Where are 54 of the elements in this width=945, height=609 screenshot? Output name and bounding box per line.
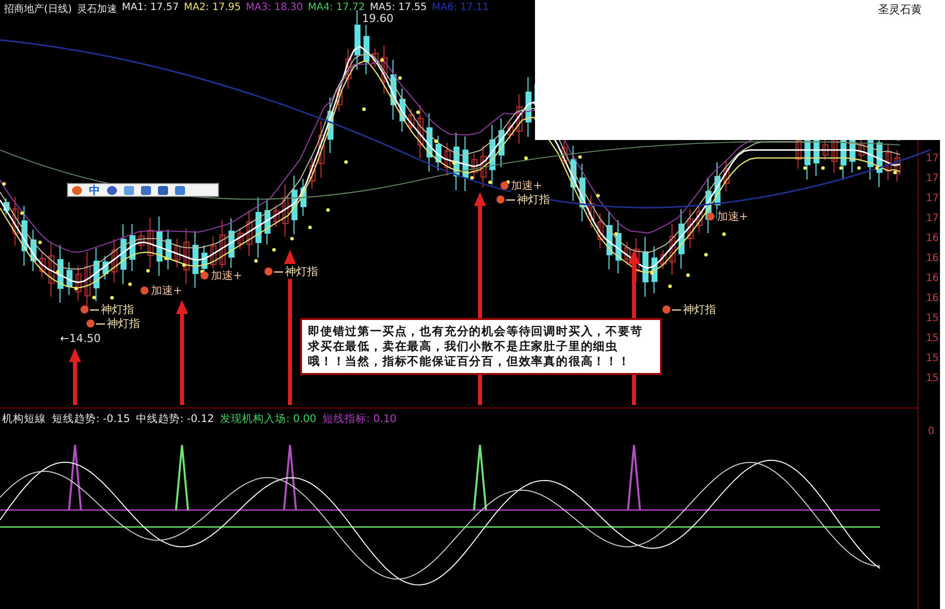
axis-label: 17 bbox=[926, 192, 939, 206]
marker-with-dash-icon bbox=[496, 195, 515, 204]
marker-with-dash-icon bbox=[264, 267, 283, 276]
axis-label: 15 bbox=[926, 352, 939, 366]
up-arrow-icon bbox=[284, 250, 296, 405]
marker-with-dash-icon bbox=[86, 319, 105, 328]
axis-label: 16 bbox=[926, 272, 939, 286]
signal-label: 神灯指 bbox=[683, 302, 716, 317]
signal-spike bbox=[283, 444, 297, 510]
indicator-name: 灵石加速 bbox=[76, 2, 117, 16]
price-label: 19.60 bbox=[362, 12, 394, 25]
stock-title: 招商地产(日线) bbox=[4, 2, 72, 16]
axis-label: 0 bbox=[928, 425, 934, 439]
signal-label: 加速+ bbox=[211, 268, 242, 283]
signal-label: 神灯指 bbox=[107, 316, 140, 331]
indicator-value: 短线指标: 0.10 bbox=[322, 412, 397, 426]
signal-spike bbox=[175, 444, 189, 510]
axis-label: 16 bbox=[926, 292, 939, 306]
moving-average-value: MA6: 17.11 bbox=[432, 2, 489, 15]
up-arrow-icon bbox=[69, 348, 81, 405]
signal-spike bbox=[68, 444, 82, 510]
signal-label: 加速+ bbox=[151, 283, 182, 298]
axis-label: 15 bbox=[926, 332, 939, 346]
axis-label: 16 bbox=[926, 252, 939, 266]
up-arrow-icon bbox=[176, 300, 188, 405]
signal-spike bbox=[473, 444, 487, 510]
axis-label: 15 bbox=[926, 312, 939, 326]
axis-label: 16 bbox=[926, 232, 939, 246]
moving-average-value: MA2: 17.95 bbox=[184, 2, 241, 15]
marker-with-dash-icon bbox=[662, 305, 681, 314]
moving-average-value: MA5: 17.55 bbox=[370, 2, 427, 14]
moving-average-value: MA3: 18.30 bbox=[246, 2, 303, 15]
axis-label: 17 bbox=[926, 212, 939, 226]
price-label: ←14.50 bbox=[60, 332, 101, 345]
indicator-name: 圣灵石黄 bbox=[878, 2, 922, 17]
axis-label: 17 bbox=[926, 152, 939, 166]
signal-label: 加速+ bbox=[717, 209, 748, 224]
annotation-text: 即使错过第一买点，也有充分的机会等待回调时买入，不要苛求买在最低，卖在最高，我们小散不是庄家肚子里的细虫哦！！当然，指标不能保证百分百，但效率真的很高！！！ bbox=[300, 318, 662, 375]
signal-label: 加速+ bbox=[511, 178, 542, 193]
moving-average-value: MA1: 17.57 bbox=[122, 2, 179, 15]
indicator-value: 中线趋势: -0.12 bbox=[136, 412, 214, 426]
signal-spike bbox=[627, 444, 641, 510]
moving-average-value: MA4: 17.72 bbox=[308, 2, 365, 14]
indicator-value: 机构短線 bbox=[2, 412, 46, 426]
indicator-value: 短线趋势: -0.15 bbox=[52, 412, 130, 426]
signal-label: 神灯指 bbox=[285, 264, 318, 279]
logo-icon[interactable] bbox=[72, 186, 82, 194]
input-mode-label[interactable]: 中 bbox=[89, 184, 100, 196]
axis-label: 17 bbox=[926, 172, 939, 186]
signal-label: 神灯指 bbox=[517, 192, 550, 207]
axis-label: 15 bbox=[926, 372, 939, 386]
marker-with-dash-icon bbox=[80, 305, 99, 314]
indicator-value: 发现机构入场: 0.00 bbox=[220, 412, 316, 426]
signal-label: 神灯指 bbox=[101, 302, 134, 317]
